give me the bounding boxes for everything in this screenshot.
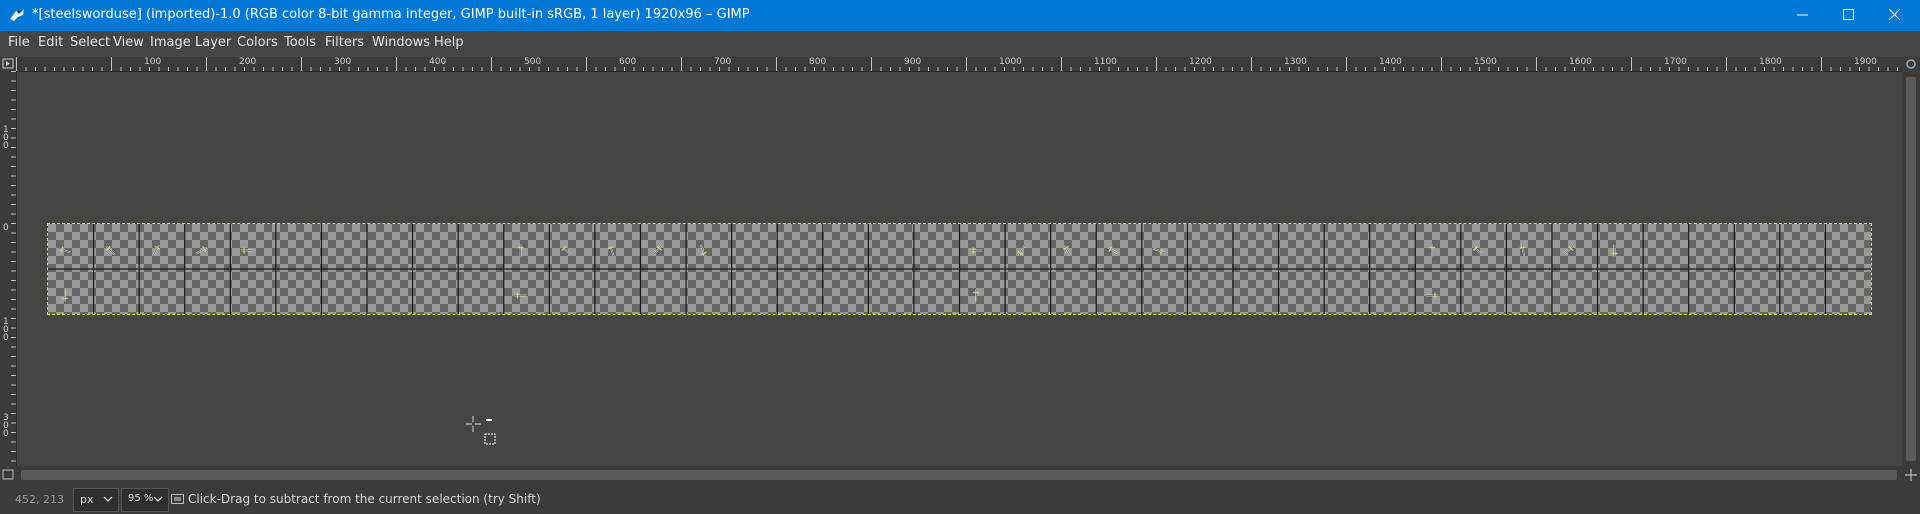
ruler-label: 800 bbox=[809, 57, 827, 67]
ruler-label: 1300 bbox=[1284, 57, 1307, 67]
chevron-down-icon bbox=[103, 496, 113, 502]
menu-colors[interactable]: Colors bbox=[237, 35, 278, 50]
horizontal-ruler[interactable]: 100 200 300 400 500 600 700 800 900 1000… bbox=[16, 57, 1902, 72]
window-title: *[steelsworduse] (imported)-1.0 (RGB col… bbox=[32, 7, 750, 22]
ruler-label: 1100 bbox=[1094, 57, 1117, 67]
vertical-scroll-thumb[interactable] bbox=[1906, 77, 1916, 461]
ruler-label: 300 bbox=[334, 57, 352, 67]
maximize-button[interactable] bbox=[1826, 0, 1872, 31]
close-icon bbox=[1889, 9, 1901, 21]
subtract-selection-cursor-icon bbox=[466, 416, 496, 445]
ruler-label: 900 bbox=[904, 57, 922, 67]
menu-layer[interactable]: Layer bbox=[195, 35, 231, 50]
menu-windows[interactable]: Windows bbox=[372, 35, 430, 50]
ruler-label: 1900 bbox=[1854, 57, 1877, 67]
ruler-label: 100 bbox=[3, 125, 9, 151]
ruler-label: 1000 bbox=[999, 57, 1022, 67]
vertical-ruler[interactable]: 100 0 100 300 bbox=[0, 71, 17, 466]
status-message: Click-Drag to subtract from the current … bbox=[188, 492, 541, 506]
zoom-select[interactable]: 95 % bbox=[121, 488, 169, 512]
ruler-label: 500 bbox=[524, 57, 542, 67]
menu-bar: File Edit Select View Image Layer Colors… bbox=[0, 31, 1920, 55]
title-bar: *[steelsworduse] (imported)-1.0 (RGB col… bbox=[0, 0, 1920, 31]
unit-select[interactable]: px bbox=[73, 488, 119, 512]
vertical-scrollbar[interactable] bbox=[1902, 72, 1920, 466]
ruler-label: 700 bbox=[714, 57, 732, 67]
menu-select[interactable]: Select bbox=[70, 35, 110, 50]
triangle-right-icon bbox=[2, 58, 14, 69]
image-layer[interactable] bbox=[47, 223, 1872, 315]
gimp-app-icon bbox=[10, 9, 24, 21]
ruler-label: 1400 bbox=[1379, 57, 1402, 67]
maximize-icon bbox=[1843, 9, 1854, 20]
ruler-label: 1600 bbox=[1569, 57, 1592, 67]
pointer-coordinates: 452, 213 bbox=[15, 493, 64, 506]
minimize-button[interactable] bbox=[1780, 0, 1826, 31]
horizontal-ruler-ticks bbox=[16, 57, 1898, 71]
close-button[interactable] bbox=[1872, 0, 1918, 31]
image-canvas[interactable] bbox=[17, 72, 1902, 466]
ruler-label: 400 bbox=[429, 57, 447, 67]
tool-message-icon bbox=[171, 494, 184, 504]
ruler-label: 100 bbox=[144, 57, 162, 67]
menu-view[interactable]: View bbox=[113, 35, 144, 50]
ruler-label: 1800 bbox=[1759, 57, 1782, 67]
horizontal-scrollbar[interactable] bbox=[17, 466, 1902, 484]
ruler-menu-button[interactable] bbox=[0, 57, 16, 71]
ruler-label: 0 bbox=[3, 223, 9, 233]
quick-mask-toggle[interactable] bbox=[0, 466, 17, 484]
unit-value: px bbox=[80, 493, 94, 506]
horizontal-scroll-thumb[interactable] bbox=[21, 470, 1897, 480]
minimize-icon bbox=[1797, 14, 1808, 16]
menu-filters[interactable]: Filters bbox=[325, 35, 364, 50]
ruler-label: 1200 bbox=[1189, 57, 1212, 67]
menu-help[interactable]: Help bbox=[434, 35, 464, 50]
ruler-label: 300 bbox=[3, 413, 9, 439]
menu-tools[interactable]: Tools bbox=[284, 35, 316, 50]
navigate-button[interactable] bbox=[1902, 466, 1920, 484]
menu-edit[interactable]: Edit bbox=[38, 35, 63, 50]
zoom-fit-button[interactable] bbox=[1902, 57, 1920, 71]
ruler-label: 200 bbox=[239, 57, 257, 67]
ruler-label: 1500 bbox=[1474, 57, 1497, 67]
zoom-value: 95 % bbox=[128, 493, 154, 504]
layer-boundary bbox=[47, 223, 1872, 315]
ruler-label: 600 bbox=[619, 57, 637, 67]
ruler-label: 100 bbox=[3, 317, 9, 343]
move-cross-icon bbox=[1905, 469, 1917, 481]
chevron-down-icon bbox=[153, 496, 163, 502]
menu-file[interactable]: File bbox=[8, 35, 30, 50]
zoom-icon bbox=[1906, 59, 1916, 69]
quick-mask-icon bbox=[2, 469, 14, 480]
ruler-label: 1700 bbox=[1664, 57, 1687, 67]
menu-image[interactable]: Image bbox=[150, 35, 191, 50]
status-bar: 452, 213 px 95 % Click-Drag to subtract … bbox=[0, 484, 1920, 514]
